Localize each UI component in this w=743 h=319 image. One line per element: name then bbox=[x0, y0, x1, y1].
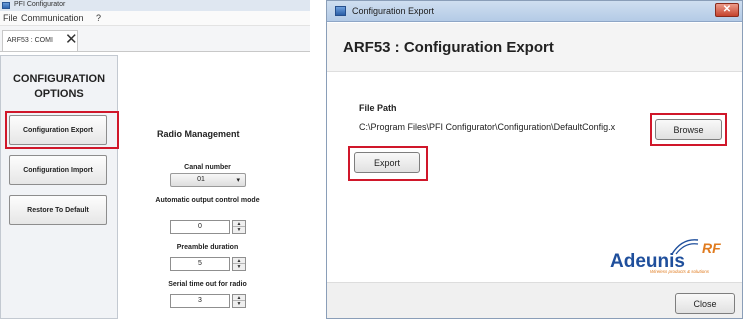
tab-arf53[interactable]: ARF53 : COMI ✕ bbox=[2, 30, 78, 51]
close-button[interactable]: Close bbox=[675, 293, 735, 314]
automatic-output-control-field[interactable]: 0 bbox=[170, 220, 230, 234]
close-x-icon[interactable]: ✕ bbox=[65, 32, 78, 47]
logo-tagline: Wireless products & solutions bbox=[650, 269, 710, 274]
canal-number-select[interactable]: 01 ▾ bbox=[170, 173, 246, 187]
radio-management-title: Radio Management bbox=[157, 129, 240, 139]
highlight-configuration-export bbox=[5, 111, 119, 149]
menu-bar: File Communication ? bbox=[0, 11, 310, 26]
caret-down-icon: ▾ bbox=[236, 177, 240, 184]
spin-down-icon[interactable]: ▼ bbox=[233, 301, 245, 307]
preamble-duration-value: 5 bbox=[198, 260, 202, 267]
preamble-duration-label: Preamble duration bbox=[176, 244, 239, 251]
spin-down-icon[interactable]: ▼ bbox=[233, 264, 245, 270]
app-icon bbox=[2, 2, 10, 9]
file-path-label: File Path bbox=[359, 103, 397, 113]
restore-to-default-button[interactable]: Restore To Default bbox=[9, 195, 107, 225]
window-close-icon[interactable]: ✕ bbox=[715, 3, 739, 17]
configurator-title: PFI Configurator bbox=[14, 1, 66, 8]
spin-down-icon[interactable]: ▼ bbox=[233, 227, 245, 233]
automatic-output-control-spinner[interactable]: 0 ▲ ▼ bbox=[170, 220, 246, 234]
window-divider bbox=[318, 0, 326, 319]
preamble-duration-field[interactable]: 5 bbox=[170, 257, 230, 271]
highlight-browse bbox=[650, 113, 727, 146]
dialog-header: ARF53 : Configuration Export bbox=[327, 23, 742, 72]
serial-time-out-label: Serial time out for radio bbox=[168, 281, 247, 288]
configuration-import-button[interactable]: Configuration Import bbox=[9, 155, 107, 185]
configurator-titlebar: PFI Configurator bbox=[0, 0, 310, 11]
menu-help[interactable]: ? bbox=[96, 13, 101, 23]
spin-buttons: ▲ ▼ bbox=[232, 220, 246, 234]
adeunis-logo: RF Adeunis Wireless products & solutions bbox=[610, 239, 721, 274]
spin-buttons: ▲ ▼ bbox=[232, 294, 246, 308]
configuration-export-dialog: Configuration Export ✕ ARF53 : Configura… bbox=[326, 0, 743, 319]
menu-communication[interactable]: Communication bbox=[21, 13, 84, 23]
configuration-options-panel: CONFIGURATION OPTIONS bbox=[0, 55, 118, 319]
tab-label: ARF53 : COMI bbox=[7, 37, 53, 44]
canal-number-label: Canal number bbox=[184, 164, 231, 171]
logo-rf-text: RF bbox=[702, 240, 721, 256]
serial-time-out-field[interactable]: 3 bbox=[170, 294, 230, 308]
configurator-window: PFI Configurator File Communication ? AR… bbox=[0, 0, 310, 319]
spin-buttons: ▲ ▼ bbox=[232, 257, 246, 271]
automatic-output-control-label: Automatic output control mode bbox=[155, 197, 260, 204]
file-path-value: C:\Program Files\PFI Configurator\Config… bbox=[359, 122, 616, 132]
automatic-output-control-value: 0 bbox=[198, 223, 202, 230]
app-icon bbox=[335, 6, 346, 16]
serial-time-out-value: 3 bbox=[198, 297, 202, 304]
dialog-header-title: ARF53 : Configuration Export bbox=[343, 39, 554, 56]
preamble-duration-spinner[interactable]: 5 ▲ ▼ bbox=[170, 257, 246, 271]
configuration-options-title: CONFIGURATION OPTIONS bbox=[12, 73, 106, 100]
serial-time-out-spinner[interactable]: 3 ▲ ▼ bbox=[170, 294, 246, 308]
dialog-titlebar: Configuration Export ✕ bbox=[327, 1, 742, 22]
menu-file[interactable]: File bbox=[3, 13, 18, 23]
dialog-title: Configuration Export bbox=[352, 6, 435, 16]
highlight-export bbox=[348, 146, 428, 181]
canal-number-value: 01 bbox=[197, 176, 205, 183]
